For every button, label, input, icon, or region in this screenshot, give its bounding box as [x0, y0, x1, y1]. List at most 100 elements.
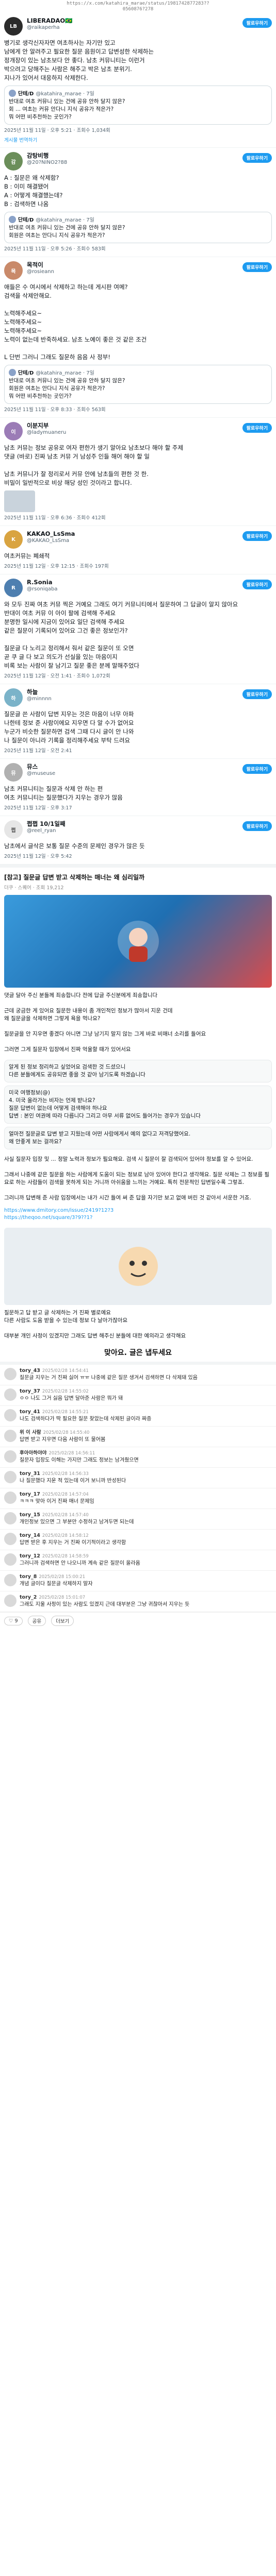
post-image: [4, 895, 272, 988]
source-link[interactable]: https://theqoo.net/square/3?9??1?: [4, 1214, 272, 1222]
quoted-tweet[interactable]: 단테/D @katahira_marae · 7일 반대로 여초 커뮤니 있는 …: [4, 86, 272, 125]
avatar[interactable]: K: [4, 530, 23, 549]
quote-text: 반대로 여초 커뮤니 있는 건에 공유 안하 달지 않은? 회원은 여초는 안다…: [9, 225, 125, 239]
display-name[interactable]: 하늘: [27, 688, 272, 696]
display-name[interactable]: 뮤스: [27, 763, 272, 770]
display-name[interactable]: 쩝쩝 10/1일째: [27, 820, 272, 827]
handle[interactable]: @raikaperha: [27, 24, 272, 31]
handle[interactable]: @minnnn: [27, 696, 272, 702]
handle[interactable]: @KAKAO_LsSma: [27, 537, 272, 544]
follow-button[interactable]: 팔로우하기: [242, 764, 272, 774]
display-name[interactable]: KAKAO_LsSma: [27, 530, 272, 537]
comment-user[interactable]: tory_17: [20, 1492, 40, 1497]
tweet-text: 남초 커뮤는 정보 공유로 여자 편한가 생기 알아요 남초보다 해야 할 주제…: [4, 444, 184, 486]
comment: tory_14 2025/02/28 14:58:12 답변 받은 후 지우는 거…: [0, 1530, 276, 1550]
comment-date: 2025/02/28 14:55:21: [42, 1410, 89, 1415]
comment-date: 2025/02/28 14:57:40: [42, 1513, 89, 1518]
follow-button[interactable]: 팔로우하기: [242, 689, 272, 699]
avatar[interactable]: 뮤: [4, 763, 23, 782]
translate-link[interactable]: 게시물 번역하기: [4, 136, 272, 143]
comment: tory_41 2025/02/28 14:55:21 나도 검색하다가 딱 필요…: [0, 1406, 276, 1427]
avatar: [4, 1368, 17, 1380]
source-link[interactable]: https://www.dmitory.com/issue/2419?12?3: [4, 1207, 272, 1214]
avatar[interactable]: LB: [4, 17, 23, 36]
comment-user[interactable]: tory_14: [20, 1533, 40, 1538]
follow-button[interactable]: 팔로우하기: [242, 262, 272, 272]
display-name[interactable]: 이분지부: [27, 422, 272, 429]
avatar[interactable]: 이: [4, 422, 23, 440]
follow-button[interactable]: 팔로우하기: [242, 423, 272, 433]
handle[interactable]: @museuse: [27, 770, 272, 777]
display-name[interactable]: LIBERADAO🇧🇷: [27, 17, 272, 24]
tweet: R R.Sonia @rsoniqaba 팔로우하기 와 모두 진짜 여초 커뮤…: [0, 574, 276, 684]
comment: tory_43 2025/02/28 14:54:41 질문글 지우는 거 진짜 …: [0, 1365, 276, 1385]
tweet-text: 와 모두 진짜 여초 커뮤 찍은 거예요 그래도 여기 커뮤니티에서 질문하여 …: [4, 601, 238, 669]
follow-button[interactable]: 팔로우하기: [242, 821, 272, 831]
follow-button[interactable]: 팔로우하기: [242, 153, 272, 163]
comment-user[interactable]: tory_43: [20, 1368, 40, 1374]
comment-user[interactable]: tory_37: [20, 1388, 40, 1394]
quoted-tweet[interactable]: 단테/D @katahira_marae · 7일 반대로 여초 커뮤니 있는 …: [4, 365, 272, 404]
handle[interactable]: @rsoniqaba: [27, 586, 272, 592]
comment-text: 나 질문했다 지운 적 있는데 이거 보니까 반성된다: [20, 1478, 126, 1484]
post-image: [4, 1228, 272, 1305]
avatar: [4, 1574, 17, 1586]
follow-button[interactable]: 팔로우하기: [242, 580, 272, 589]
quote-text: 반대로 여초 커뮤니 있는 건에 공유 안하 달지 않은? 회 ... 여초는 …: [9, 98, 125, 120]
comment: tory_2 2025/02/28 15:01:07 그래도 지울 사정이 있는 …: [0, 1591, 276, 1612]
follow-button[interactable]: 팔로우하기: [242, 18, 272, 28]
url-text: https://x.com/katahira_marae/status/1981…: [67, 1, 209, 6]
more-button[interactable]: 더보기: [51, 1616, 74, 1626]
comment-text: 답변 받고 지우면 다음 사람이 또 물어봄: [20, 1437, 106, 1443]
post-text: 질문하고 답 받고 글 삭제하는 거 진짜 별로예요 다른 사람도 도움 받을 …: [4, 1310, 186, 1339]
media-thumbnail[interactable]: [4, 490, 35, 512]
comment-user[interactable]: 위 이 사람: [20, 1430, 41, 1435]
tweet-text: 여초커뮤는 폐쇄적: [4, 552, 50, 560]
avatar[interactable]: 하: [4, 688, 23, 707]
quote-name: 단테/D: [18, 370, 34, 376]
tweet: 목 목적이 @rosieann 팔로우하기 애들은 수 여시에서 삭제하고 하는…: [0, 257, 276, 418]
tweet-meta: 2025년 11월 11일 · 오후 8:33 · 조회수 563회: [4, 407, 106, 413]
display-name[interactable]: 목적이: [27, 261, 272, 268]
comment-user[interactable]: tory_31: [20, 1471, 40, 1477]
display-name[interactable]: R.Sonia: [27, 579, 272, 586]
handle[interactable]: @20?NINO2?88: [27, 159, 272, 166]
tweet: 하 하늘 @minnnn 팔로우하기 질문글 쓴 사람이 답변 지우는 것은 마…: [0, 684, 276, 759]
comment-user[interactable]: tory_15: [20, 1512, 40, 1518]
comment-text: 개인정보 있으면 그 부분만 수정하고 남겨두면 되는데: [20, 1519, 134, 1525]
avatar: [9, 215, 16, 223]
tweet-meta: 2025년 11월 12일 · 오전 1:41 · 조회수 1,072회: [4, 673, 110, 679]
tweet-meta: 2025년 11월 12일 · 오후 3:17: [4, 805, 72, 811]
quoted-tweet[interactable]: 단테/D @katahira_marae · 7일 반대로 여초 커뮤니 있는 …: [4, 212, 272, 243]
handle[interactable]: @rosieann: [27, 268, 272, 275]
handle[interactable]: @reel_ryan: [27, 827, 272, 834]
avatar[interactable]: 감: [4, 152, 23, 171]
comment-date: 2025/02/28 14:58:12: [42, 1533, 89, 1538]
handle[interactable]: @ladymuaneru: [27, 429, 272, 436]
tweet: LB LIBERADAO🇧🇷 @raikaperha 팔로우하기 병기로 생각신…: [0, 13, 276, 148]
share-button[interactable]: 공유: [27, 1616, 46, 1626]
tweet: 감 감탕비행 @20?NINO2?88 팔로우하기 A : 질문은 왜 삭제함?…: [0, 148, 276, 257]
character-illustration-icon: [117, 921, 159, 962]
comment-user[interactable]: tory_2: [20, 1595, 37, 1600]
avatar: [4, 1430, 17, 1442]
comment-user[interactable]: tory_8: [20, 1574, 37, 1580]
post-title[interactable]: [참고] 질문글 답변 받고 삭제하는 매너는 왜 심리일까: [0, 868, 276, 884]
avatar[interactable]: 쩝: [4, 820, 23, 839]
quote-bubble: 알게 된 정보 정리하고 싶었어요 검색한 것 드셨으니 다른 분들에게도 공유…: [4, 1060, 272, 1082]
avatar[interactable]: 목: [4, 261, 23, 280]
post-text: 댓글 달아 주신 분들께 죄송합니다 전에 답글 주신분에게 죄송합니다 근데 …: [4, 992, 206, 1053]
comment-user[interactable]: tory_41: [20, 1409, 40, 1415]
quote-bubble: 미국 여행정보(@) 4. 미국 올라가는 비자는 언제 받나요? 질문 답변이…: [4, 1086, 272, 1124]
avatar: [4, 1533, 17, 1545]
comment-user[interactable]: tory_12: [20, 1553, 40, 1559]
like-button[interactable]: ♡ 9: [4, 1616, 23, 1625]
avatar: [4, 1595, 17, 1607]
display-name[interactable]: 감탕비행: [27, 152, 272, 159]
comment-user[interactable]: 후아아하야야: [20, 1450, 46, 1456]
quote-bubble: 얼마전 질문글로 답변 받고 지웠는데 어떤 사람에게서 예의 없다고 저격당했…: [4, 1127, 272, 1149]
follow-button[interactable]: 팔로우하기: [242, 531, 272, 541]
url-text-2: 0560876?278: [122, 7, 154, 12]
avatar[interactable]: R: [4, 579, 23, 597]
comment-list: tory_43 2025/02/28 14:54:41 질문글 지우는 거 진짜 …: [0, 1365, 276, 1612]
